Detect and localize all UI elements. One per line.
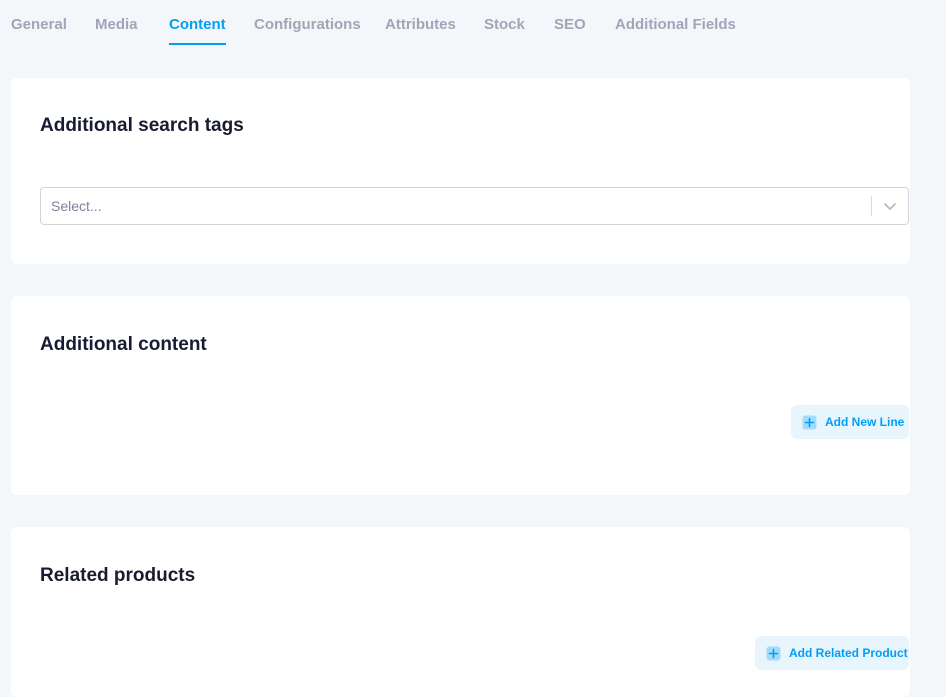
- plus-square-icon: [766, 646, 781, 660]
- tab-configurations[interactable]: Configurations: [254, 16, 361, 33]
- tab-media[interactable]: Media: [95, 16, 138, 33]
- related-products-title: Related products: [40, 565, 196, 586]
- tab-label: Media: [95, 16, 138, 33]
- add-new-line-button[interactable]: Add New Line: [791, 405, 909, 439]
- tab-label: Content: [169, 16, 226, 33]
- tab-content[interactable]: Content: [169, 16, 226, 45]
- related-products-card: Related products Add Related Product: [11, 527, 910, 697]
- chevron-down-icon[interactable]: [882, 198, 898, 214]
- tab-attributes[interactable]: Attributes: [385, 16, 456, 33]
- tab-label: SEO: [554, 16, 586, 33]
- plus-square-icon: [802, 415, 817, 429]
- tab-additional-fields[interactable]: Additional Fields: [615, 16, 736, 33]
- search-tags-title: Additional search tags: [40, 115, 244, 136]
- additional-content-title: Additional content: [40, 334, 207, 355]
- active-tab-indicator: [169, 43, 226, 45]
- tab-seo[interactable]: SEO: [554, 16, 586, 33]
- tab-label: Stock: [484, 16, 525, 33]
- additional-content-card: Additional content Add New Line: [11, 296, 910, 495]
- add-related-product-button[interactable]: Add Related Product: [755, 636, 909, 670]
- tab-general[interactable]: General: [11, 16, 67, 33]
- search-tags-card: Additional search tags Select...: [11, 78, 910, 264]
- select-placeholder: Select...: [51, 198, 102, 214]
- tab-bar: General Media Content Configurations Att…: [0, 0, 946, 46]
- add-related-product-label: Add Related Product: [789, 646, 908, 660]
- tab-label: Configurations: [254, 16, 361, 33]
- tab-label: Additional Fields: [615, 16, 736, 33]
- tab-label: General: [11, 16, 67, 33]
- search-tags-select[interactable]: Select...: [40, 187, 909, 225]
- select-separator: [871, 196, 872, 216]
- tab-label: Attributes: [385, 16, 456, 33]
- add-new-line-label: Add New Line: [825, 415, 905, 429]
- tab-stock[interactable]: Stock: [484, 16, 525, 33]
